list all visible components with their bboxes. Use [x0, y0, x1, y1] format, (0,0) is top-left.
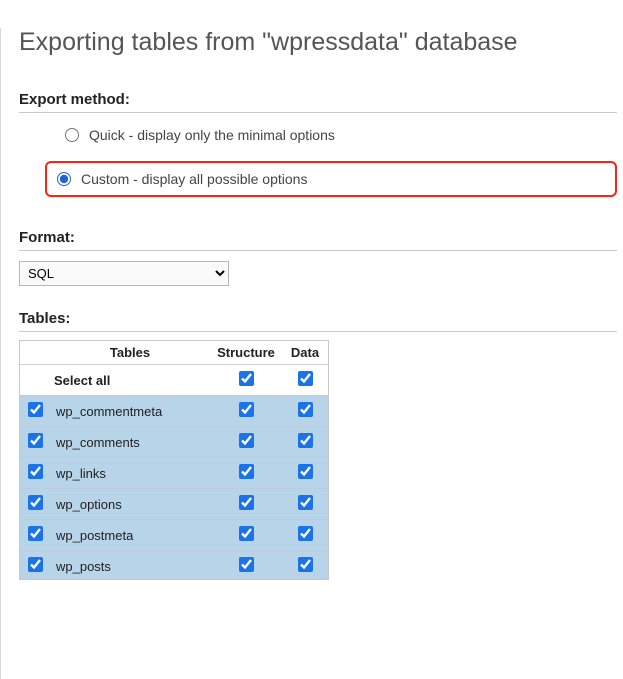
select-all-row: Select all — [20, 365, 328, 396]
row-structure-checkbox[interactable] — [239, 433, 254, 448]
row-table-name: wp_commentmeta — [50, 396, 210, 427]
radio-custom[interactable] — [57, 172, 71, 186]
th-structure: Structure — [210, 341, 282, 365]
format-legend: Format: — [19, 229, 617, 251]
row-data-checkbox[interactable] — [298, 557, 313, 572]
row-select-checkbox[interactable] — [28, 495, 43, 510]
table-row[interactable]: wp_comments — [20, 427, 328, 458]
row-select-checkbox[interactable] — [28, 402, 43, 417]
row-structure-checkbox[interactable] — [239, 557, 254, 572]
row-select-checkbox[interactable] — [28, 557, 43, 572]
radio-quick[interactable] — [65, 128, 79, 142]
row-data-checkbox[interactable] — [298, 495, 313, 510]
export-method-custom[interactable]: Custom - display all possible options — [47, 163, 535, 195]
table-row[interactable]: wp_postmeta — [20, 520, 328, 551]
row-structure-checkbox[interactable] — [239, 526, 254, 541]
tables-scroll[interactable]: Tables Structure Data Select allwp_comme… — [19, 340, 329, 580]
radio-quick-label: Quick - display only the minimal options — [89, 127, 335, 143]
table-row[interactable]: wp_posts — [20, 551, 328, 581]
tables-legend-row: Tables: — [19, 310, 617, 332]
export-method-options: Quick - display only the minimal options… — [19, 113, 617, 197]
row-structure-checkbox[interactable] — [239, 495, 254, 510]
row-select-checkbox[interactable] — [28, 433, 43, 448]
select-all-data-checkbox[interactable] — [298, 371, 313, 386]
table-row[interactable]: wp_options — [20, 489, 328, 520]
table-row[interactable]: wp_links — [20, 458, 328, 489]
row-data-checkbox[interactable] — [298, 526, 313, 541]
row-select-checkbox[interactable] — [28, 526, 43, 541]
radio-custom-label: Custom - display all possible options — [81, 171, 307, 187]
export-method-fieldset: Export method: Quick - display only the … — [19, 91, 617, 215]
row-structure-checkbox[interactable] — [239, 464, 254, 479]
format-fieldset: Format: SQL — [19, 229, 617, 286]
row-table-name: wp_postmeta — [50, 520, 210, 551]
page-title: Exporting tables from "wpressdata" datab… — [19, 28, 617, 57]
th-data: Data — [282, 341, 328, 365]
row-table-name: wp_comments — [50, 427, 210, 458]
tables-fieldset: Tables: Tables Structure Data Select all… — [19, 310, 617, 580]
row-data-checkbox[interactable] — [298, 464, 313, 479]
export-method-legend: Export method: — [19, 91, 617, 113]
tables-table: Tables Structure Data Select allwp_comme… — [20, 341, 328, 580]
row-data-checkbox[interactable] — [298, 402, 313, 417]
row-select-checkbox[interactable] — [28, 464, 43, 479]
export-method-quick[interactable]: Quick - display only the minimal options — [55, 119, 617, 151]
table-row[interactable]: wp_commentmeta — [20, 396, 328, 427]
th-name: Tables — [50, 341, 210, 365]
select-all-structure-checkbox[interactable] — [239, 371, 254, 386]
highlight-custom-box: Custom - display all possible options — [45, 161, 617, 197]
th-check — [20, 341, 50, 365]
row-structure-checkbox[interactable] — [239, 402, 254, 417]
tables-legend: Tables: — [19, 310, 70, 327]
select-all-label[interactable]: Select all — [50, 365, 210, 396]
row-data-checkbox[interactable] — [298, 433, 313, 448]
row-table-name: wp_options — [50, 489, 210, 520]
format-select[interactable]: SQL — [19, 261, 229, 286]
row-table-name: wp_posts — [50, 551, 210, 581]
row-table-name: wp_links — [50, 458, 210, 489]
